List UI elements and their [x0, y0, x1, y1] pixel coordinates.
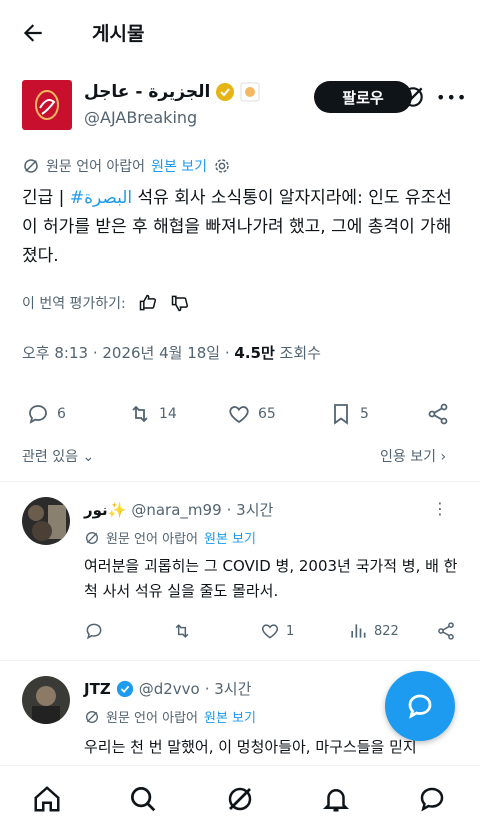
- reply-count: 6: [57, 406, 66, 422]
- view-count: 4.5만: [234, 344, 275, 362]
- repost-button[interactable]: 14: [128, 402, 177, 426]
- top-bar: 게시물: [0, 0, 480, 64]
- repost-count: 14: [159, 406, 177, 422]
- home-icon[interactable]: [32, 784, 62, 814]
- reply-avatar-image: [22, 676, 70, 724]
- translation-info: 원문 언어 아랍어 원본 보기: [84, 528, 256, 547]
- more-options-icon[interactable]: •••: [436, 88, 467, 107]
- chevron-down-icon: ⌄: [82, 449, 95, 465]
- bookmark-button[interactable]: 5: [329, 402, 369, 426]
- gear-icon[interactable]: [213, 157, 231, 175]
- reply-button[interactable]: [84, 621, 110, 641]
- repost-icon: [132, 405, 148, 423]
- reply-icon: [86, 623, 102, 640]
- hashtag-link[interactable]: #البصرة: [70, 188, 132, 208]
- reply-avatar-image: [22, 497, 70, 545]
- translate-icon: [86, 531, 98, 544]
- bottom-navigation: [0, 765, 480, 834]
- reply-header: نور✨ @nara_m99 · 3시간: [84, 499, 273, 520]
- author-name-row[interactable]: الجزيرة - عاجل: [84, 82, 260, 102]
- aljazeera-logo-icon: [35, 90, 59, 120]
- related-sort[interactable]: 관련 있음 ⌄: [22, 446, 94, 466]
- verified-badge-icon: [116, 680, 133, 697]
- views-label: 조회수: [274, 344, 321, 362]
- translation-info: 원문 언어 아랍어 원본 보기: [22, 156, 231, 176]
- share-button[interactable]: [436, 621, 456, 641]
- heart-icon: [261, 624, 279, 639]
- like-count: 65: [258, 406, 276, 422]
- quote-label: 인용 보기: [380, 449, 436, 465]
- view-original-link[interactable]: 원본 보기: [151, 156, 207, 176]
- reply-author-name[interactable]: JTZ: [84, 680, 111, 698]
- like-count: 1: [286, 623, 295, 639]
- related-label: 관련 있음: [22, 449, 78, 465]
- author-handle[interactable]: @AJABreaking: [84, 108, 197, 127]
- translation-note: 원문 언어 아랍어: [106, 711, 198, 726]
- translate-icon: [86, 710, 98, 723]
- search-icon[interactable]: [128, 784, 158, 814]
- chevron-right-icon: ›: [440, 449, 447, 465]
- like-button[interactable]: 65: [227, 402, 276, 426]
- avatar[interactable]: [22, 497, 70, 545]
- chat-bubble-icon: [408, 694, 432, 719]
- share-icon: [438, 622, 454, 640]
- reply-icon: [29, 405, 47, 424]
- avatar[interactable]: [22, 80, 72, 130]
- reply-handle[interactable]: @nara_m99: [131, 501, 221, 519]
- post-author: الجزيرة - عاجل @AJABreaking 팔로우 •••: [22, 80, 466, 132]
- view-count: 822: [374, 623, 399, 639]
- avatar[interactable]: [22, 676, 70, 724]
- back-arrow-icon[interactable]: [20, 20, 46, 46]
- reply-author-name[interactable]: نور✨: [84, 501, 126, 519]
- more-options-icon[interactable]: ⋮: [432, 499, 449, 518]
- bookmark-count: 5: [360, 406, 369, 422]
- reply-header: JTZ @d2vvo · 3시간: [84, 678, 251, 699]
- share-button[interactable]: [426, 402, 450, 426]
- post-time: 오후 8:13 · 2026년 4월 18일 ·: [22, 344, 235, 362]
- post-text-prefix: 긴급 |: [22, 188, 70, 208]
- views-button[interactable]: 822: [348, 621, 399, 641]
- post-actions: 6 14 65 5: [22, 402, 458, 432]
- page-title: 게시물: [92, 23, 145, 45]
- grok-icon[interactable]: [225, 784, 255, 814]
- reply-item[interactable]: نور✨ @nara_m99 · 3시간 ⋮ 원문 언어 아랍어 원본 보기 여…: [0, 482, 480, 660]
- reply-text: 여러분을 괴롭히는 그 COVID 병, 2003년 국가적 병, 배 한 척 …: [84, 557, 458, 600]
- translation-note: 원문 언어 아랍어: [46, 159, 146, 175]
- heart-icon: [229, 406, 249, 424]
- rate-translation: 이 번역 평가하기:: [22, 293, 190, 313]
- view-quotes-link[interactable]: 인용 보기 ›: [380, 446, 446, 466]
- view-original-link[interactable]: 원본 보기: [204, 528, 256, 547]
- affiliate-badge-icon: [240, 82, 260, 102]
- like-button[interactable]: 1: [260, 621, 294, 641]
- compose-reply-button[interactable]: [385, 671, 455, 741]
- reply-button[interactable]: 6: [26, 402, 66, 426]
- translation-info: 원문 언어 아랍어 원본 보기: [84, 707, 256, 726]
- reply-actions: 1 822: [84, 621, 460, 645]
- messages-icon[interactable]: [417, 784, 447, 814]
- share-icon: [428, 403, 448, 425]
- follow-button[interactable]: 팔로우: [314, 81, 412, 113]
- repost-button[interactable]: [172, 621, 198, 641]
- notifications-bell-icon[interactable]: [321, 784, 351, 814]
- analytics-icon: [351, 624, 366, 638]
- reply-time: · 3시간: [226, 501, 274, 519]
- reply-text: 우리는 천 번 말했어, 이 멍청아들아, 마구스들을 믿지: [84, 738, 417, 756]
- reply-time: · 3시간: [204, 680, 252, 698]
- thumbs-down-icon[interactable]: [170, 293, 190, 313]
- view-original-link[interactable]: 원본 보기: [204, 707, 256, 726]
- bookmark-icon: [334, 404, 348, 425]
- rate-label: 이 번역 평가하기:: [22, 296, 126, 312]
- author-name: الجزيرة - عاجل: [84, 82, 211, 102]
- reply-handle[interactable]: @d2vvo: [139, 680, 200, 698]
- verified-badge-icon: [216, 83, 235, 101]
- translation-note: 원문 언어 아랍어: [106, 532, 198, 547]
- post-text: 긴급 | #البصرة 석유 회사 소식통이 알자지라에: 인도 유조선이 허…: [22, 184, 458, 271]
- translate-icon: [24, 159, 38, 173]
- post-meta: 오후 8:13 · 2026년 4월 18일 · 4.5만 조회수: [22, 342, 321, 363]
- thumbs-up-icon[interactable]: [138, 293, 158, 313]
- grok-icon[interactable]: [400, 84, 426, 110]
- repost-icon: [175, 624, 189, 638]
